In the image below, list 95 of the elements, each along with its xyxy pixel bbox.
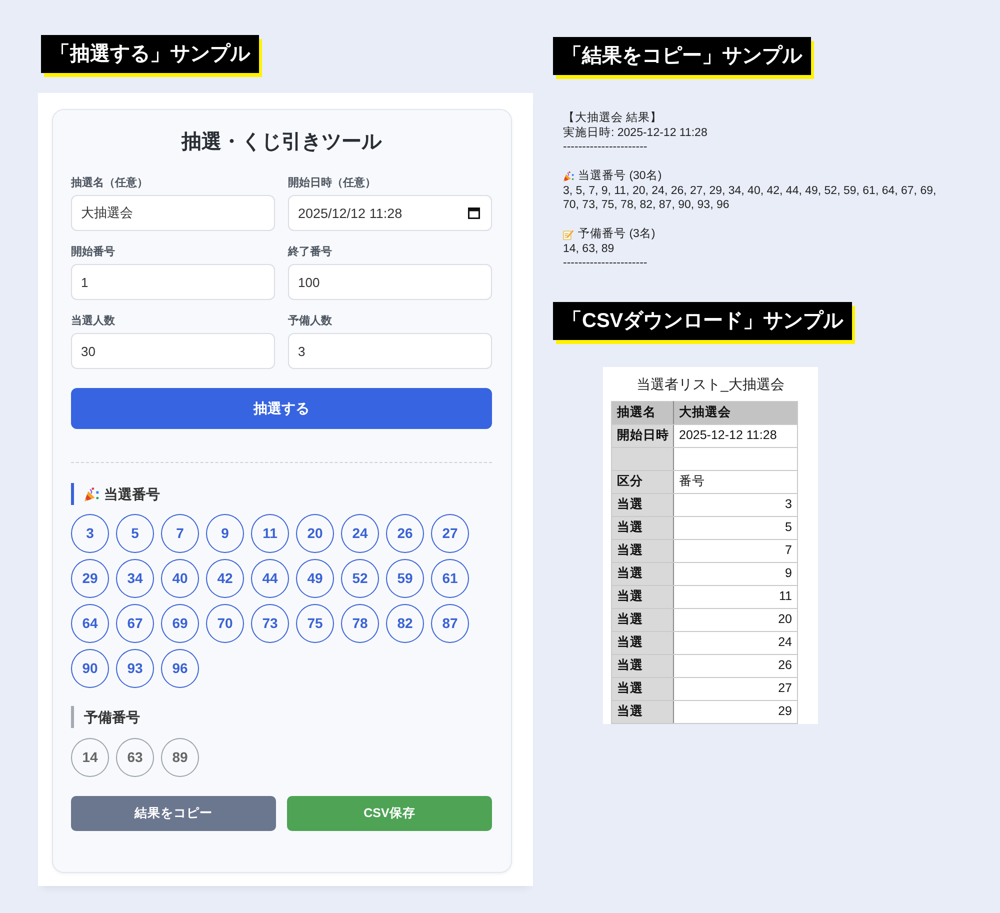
winning-number: 90 — [71, 649, 109, 688]
result-line: ---------------------- — [563, 256, 648, 270]
section-banner: 「CSVダウンロード」サンプル — [553, 302, 852, 340]
party-popper-icon — [563, 170, 574, 182]
reserve-number: 63 — [116, 738, 154, 777]
reserve-number: 14 — [71, 738, 109, 777]
input-field[interactable]: 3 — [288, 333, 492, 369]
result-heading: 当選番号 (30名) — [578, 169, 662, 184]
field-label: 開始日時（任意） — [288, 176, 377, 190]
winning-number: 40 — [161, 559, 199, 598]
table-cell — [612, 447, 674, 470]
field-label: 開始番号 — [71, 245, 116, 259]
draw-button[interactable]: 抽選する — [71, 388, 492, 429]
table-cell: 2025-12-12 11:28 — [674, 424, 798, 447]
input-field[interactable]: 大抽選会 — [71, 195, 275, 231]
input-field[interactable]: 30 — [71, 333, 275, 369]
table-cell: 29 — [674, 700, 798, 723]
section-heading: 予備番号 — [84, 708, 140, 727]
input-field[interactable]: 1 — [71, 264, 275, 300]
table-cell: 当選 — [612, 493, 674, 516]
sheet-title: 当選者リスト_大抽選会 — [636, 374, 786, 392]
datetime-field[interactable]: 2025/12/12 11:28 — [288, 195, 492, 231]
table-cell: 当選 — [612, 516, 674, 539]
accent-bar — [71, 483, 74, 505]
table-cell: 27 — [674, 677, 798, 700]
winning-number: 70 — [206, 604, 244, 643]
winning-number: 29 — [71, 559, 109, 598]
winning-number: 24 — [341, 514, 379, 553]
table-cell: 当選 — [612, 654, 674, 677]
table-cell: 26 — [674, 654, 798, 677]
winning-number: 26 — [386, 514, 424, 553]
table-cell: 5 — [674, 516, 798, 539]
winning-number: 34 — [116, 559, 154, 598]
section-banner: 「結果をコピー」サンプル — [553, 37, 811, 75]
winning-number: 3 — [71, 514, 109, 553]
result-numbers: 14, 63, 89 — [563, 242, 616, 256]
calendar-icon[interactable] — [468, 207, 480, 219]
table-cell: 当選 — [612, 562, 674, 585]
winning-number: 5 — [116, 514, 154, 553]
field-label: 予備人数 — [288, 314, 333, 328]
result-line: 【大抽選会 結果】 — [563, 111, 664, 126]
winning-number: 59 — [386, 559, 424, 598]
result-line: ---------------------- — [563, 140, 648, 154]
winning-number: 42 — [206, 559, 244, 598]
result-numbers: 3, 5, 7, 9, 11, 20, 24, 26, 27, 29, 34, 40, 42, 44, 49, 52, 59, 61, 64, 67, 69, 70, 73, 75, 78, 82, 87, 90, 93, 96 — [563, 184, 938, 212]
winning-number: 67 — [116, 604, 154, 643]
input-field[interactable]: 100 — [288, 264, 492, 300]
table-cell: 番号 — [674, 470, 798, 493]
tool-title: 抽選・くじ引きツール — [180, 130, 383, 154]
copy-button[interactable]: 結果をコピー — [71, 796, 276, 831]
winning-number: 27 — [431, 514, 469, 553]
winning-number: 61 — [431, 559, 469, 598]
table-cell: 当選 — [612, 677, 674, 700]
memo-icon — [563, 228, 574, 240]
winning-number: 75 — [296, 604, 334, 643]
table-cell: 当選 — [612, 585, 674, 608]
winning-number: 44 — [251, 559, 289, 598]
winning-number: 69 — [161, 604, 199, 643]
winning-number: 11 — [251, 514, 289, 553]
table-cell: 開始日時 — [612, 424, 674, 447]
table-cell: 抽選名 — [612, 401, 674, 424]
accent-bar — [71, 706, 74, 728]
table-cell: 当選 — [612, 539, 674, 562]
winning-number: 52 — [341, 559, 379, 598]
table-cell: 3 — [674, 493, 798, 516]
winning-number: 93 — [116, 649, 154, 688]
table-cell: 20 — [674, 608, 798, 631]
result-heading: 予備番号 (3名) — [578, 227, 656, 242]
winning-number: 9 — [206, 514, 244, 553]
table-cell: 当選 — [612, 608, 674, 631]
winning-number: 87 — [431, 604, 469, 643]
winning-number: 82 — [386, 604, 424, 643]
winning-number: 64 — [71, 604, 109, 643]
party-popper-icon — [84, 486, 99, 502]
table-cell: 大抽選会 — [674, 401, 798, 424]
table-cell: 9 — [674, 562, 798, 585]
winning-number: 49 — [296, 559, 334, 598]
winning-number: 73 — [251, 604, 289, 643]
winning-number: 20 — [296, 514, 334, 553]
winning-number: 7 — [161, 514, 199, 553]
table-cell: 11 — [674, 585, 798, 608]
table-cell: 当選 — [612, 631, 674, 654]
winning-number: 78 — [341, 604, 379, 643]
reserve-number: 89 — [161, 738, 199, 777]
table-cell: 7 — [674, 539, 798, 562]
section-banner: 「抽選する」サンプル — [41, 35, 259, 73]
result-line: 実施日時: 2025-12-12 11:28 — [563, 126, 708, 140]
field-label: 抽選名（任意） — [71, 176, 149, 190]
field-label: 終了番号 — [288, 245, 333, 259]
table-cell: 当選 — [612, 700, 674, 723]
table-cell: 24 — [674, 631, 798, 654]
table-cell: 区分 — [612, 470, 674, 493]
field-label: 当選人数 — [71, 314, 116, 328]
section-heading: 当選番号 — [104, 485, 160, 504]
winning-number: 96 — [161, 649, 199, 688]
